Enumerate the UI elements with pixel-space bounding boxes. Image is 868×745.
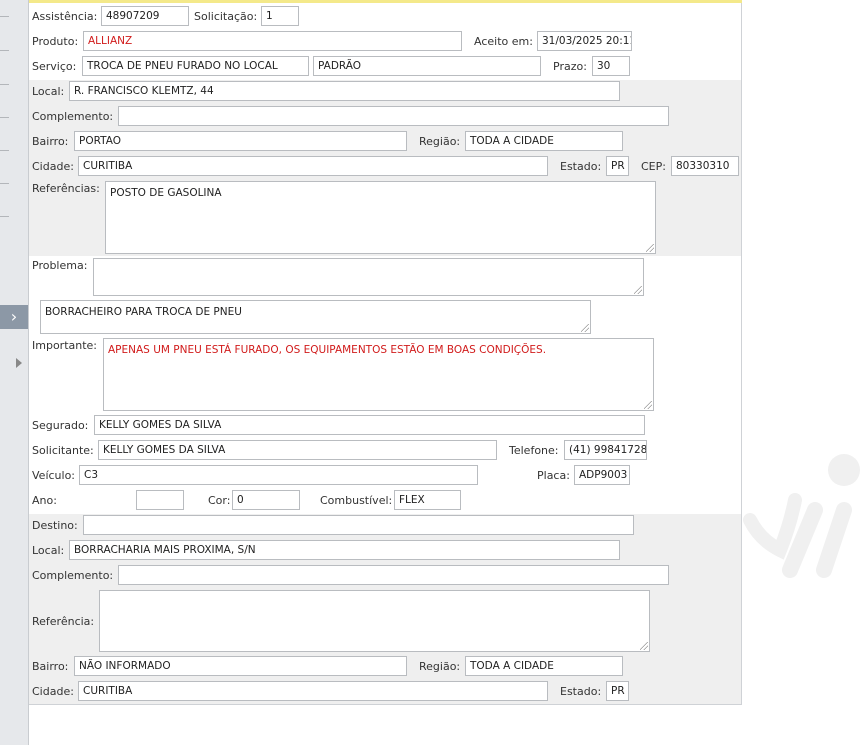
destino-estado-field[interactable]: PR — [606, 681, 629, 701]
destino-complemento-label: Complemento: — [32, 569, 114, 582]
destino-cidade-field[interactable]: CURITIBA — [78, 681, 548, 701]
rail-divider — [0, 216, 9, 217]
cidade-label: Cidade: — [32, 160, 74, 173]
ano-label: Ano: — [32, 494, 57, 507]
rail-divider — [0, 50, 9, 51]
importante-text: APENAS UM PNEU ESTÁ FURADO, OS EQUIPAMEN… — [108, 344, 547, 356]
aceito-em-label: Aceito em: — [474, 35, 533, 48]
rail-divider — [0, 117, 9, 118]
telefone-label: Telefone: — [509, 444, 559, 457]
top-highlight-bar — [29, 0, 742, 3]
regiao-field[interactable]: TODA A CIDADE — [465, 131, 623, 151]
destino-referencia-label: Referência: — [32, 615, 95, 628]
estado-field[interactable]: PR — [606, 156, 629, 176]
produto-label: Produto: — [32, 35, 79, 48]
telefone-field[interactable]: (41) 998417289 — [564, 440, 647, 460]
resize-grip-icon[interactable] — [646, 244, 654, 252]
destino-field[interactable] — [83, 515, 634, 535]
rail-divider — [0, 84, 9, 85]
destino-complemento-field[interactable] — [118, 565, 669, 585]
complemento-label: Complemento: — [32, 110, 114, 123]
cep-label: CEP: — [641, 160, 666, 173]
servico-label: Serviço: — [32, 60, 77, 73]
problema-detalhe-textarea[interactable]: BORRACHEIRO PARA TROCA DE PNEU — [40, 300, 591, 334]
placa-field[interactable]: ADP9003 — [574, 465, 630, 485]
solicitante-label: Solicitante: — [32, 444, 94, 457]
rail-divider — [0, 183, 9, 184]
caret-right-icon[interactable] — [16, 358, 22, 368]
destino-local-field[interactable]: BORRACHARIA MAIS PROXIMA, S/N — [69, 540, 620, 560]
cidade-field[interactable]: CURITIBA — [78, 156, 548, 176]
destino-bairro-field[interactable]: NÃO INFORMADO — [74, 656, 407, 676]
destino-regiao-field[interactable]: TODA A CIDADE — [465, 656, 623, 676]
combustivel-field[interactable]: FLEX — [394, 490, 461, 510]
resize-grip-icon[interactable] — [640, 642, 648, 650]
destino-estado-label: Estado: — [560, 685, 602, 698]
destino-label: Destino: — [32, 519, 78, 532]
importante-textarea[interactable]: APENAS UM PNEU ESTÁ FURADO, OS EQUIPAMEN… — [103, 338, 654, 411]
resize-grip-icon[interactable] — [644, 401, 652, 409]
assistencia-field[interactable]: 48907209 — [101, 6, 189, 26]
complemento-field[interactable] — [118, 106, 669, 126]
watermark-logo — [740, 440, 868, 580]
servico-tipo-field[interactable]: PADRÃO — [313, 56, 541, 76]
assistencia-label: Assistência: — [32, 10, 98, 23]
destino-bairro-label: Bairro: — [32, 660, 69, 673]
regiao-label: Região: — [419, 135, 461, 148]
rail-divider — [0, 150, 9, 151]
importante-label: Importante: — [32, 339, 98, 352]
local-field[interactable]: R. FRANCISCO KLEMTZ, 44 — [69, 81, 620, 101]
rail-toggle-button[interactable]: › — [0, 305, 28, 329]
veiculo-label: Veículo: — [32, 469, 76, 482]
segurado-field[interactable]: KELLY GOMES DA SILVA — [94, 415, 645, 435]
segurado-label: Segurado: — [32, 419, 89, 432]
destino-local-label: Local: — [32, 544, 65, 557]
aceito-em-field[interactable]: 31/03/2025 20:11 — [537, 31, 632, 51]
placa-label: Placa: — [537, 469, 570, 482]
referencias-text: POSTO DE GASOLINA — [110, 187, 222, 199]
prazo-field[interactable]: 30 — [592, 56, 630, 76]
destino-regiao-label: Região: — [419, 660, 461, 673]
problema-detalhe-text: BORRACHEIRO PARA TROCA DE PNEU — [45, 306, 242, 318]
solicitacao-field[interactable]: 1 — [261, 6, 299, 26]
bairro-label: Bairro: — [32, 135, 69, 148]
referencias-textarea[interactable]: POSTO DE GASOLINA — [105, 181, 656, 254]
chevron-right-icon: › — [10, 307, 18, 326]
servico-field[interactable]: TROCA DE PNEU FURADO NO LOCAL — [82, 56, 309, 76]
rail-divider — [0, 16, 9, 17]
destino-referencia-textarea[interactable] — [99, 590, 650, 652]
destino-cidade-label: Cidade: — [32, 685, 74, 698]
solicitacao-label: Solicitação: — [194, 10, 258, 23]
resize-grip-icon[interactable] — [634, 286, 642, 294]
problema-textarea[interactable] — [93, 258, 644, 296]
cor-label: Cor: — [208, 494, 231, 507]
solicitante-field[interactable]: KELLY GOMES DA SILVA — [98, 440, 497, 460]
bairro-field[interactable]: PORTAO — [74, 131, 407, 151]
local-label: Local: — [32, 85, 65, 98]
referencias-label: Referências: — [32, 182, 100, 195]
problema-label: Problema: — [32, 259, 88, 272]
ano-field[interactable] — [136, 490, 184, 510]
resize-grip-icon[interactable] — [581, 324, 589, 332]
veiculo-field[interactable]: C3 — [79, 465, 478, 485]
cor-field[interactable]: 0 — [232, 490, 300, 510]
estado-label: Estado: — [560, 160, 602, 173]
cep-field[interactable]: 80330310 — [671, 156, 739, 176]
combustivel-label: Combustível: — [320, 494, 393, 507]
prazo-label: Prazo: — [553, 60, 587, 73]
produto-field[interactable]: ALLIANZ — [83, 31, 462, 51]
left-rail: › — [0, 0, 29, 745]
